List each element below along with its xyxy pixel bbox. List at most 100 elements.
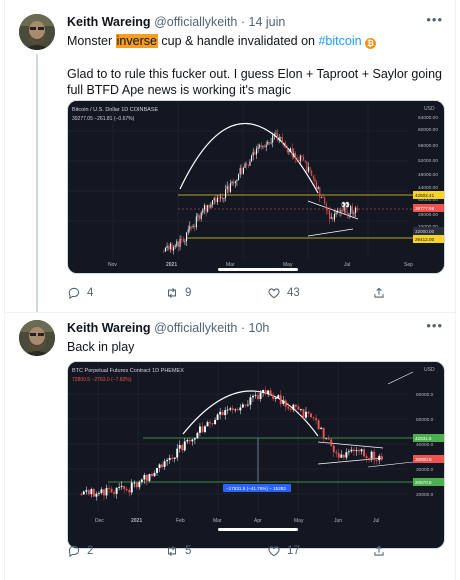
candle-body (85, 490, 88, 492)
candle-body (274, 397, 277, 399)
candle-body (307, 167, 309, 172)
candle-body (265, 144, 267, 148)
chart-ohlc: 72800.5 −2763.0 (−7.82%) (72, 377, 132, 383)
tweet-time[interactable]: 14 juin (249, 15, 286, 29)
candle-body (301, 155, 303, 158)
candle-body (290, 148, 292, 152)
tweet[interactable]: Keith Wareing @officiallykeith · 14 juin… (5, 0, 457, 312)
candle-body (269, 390, 272, 395)
more-icon[interactable]: ••• (426, 12, 443, 27)
candle-body (332, 217, 334, 220)
price-tick: 56000.00 (418, 143, 438, 149)
candle-body (113, 492, 116, 494)
candle-body (195, 216, 197, 228)
candle-body (316, 181, 318, 190)
retweet-button[interactable]: 9 (165, 286, 191, 300)
hashtag-link[interactable]: #bitcoin (318, 34, 361, 48)
tweet-text: Monster inverse cup & handle invalidated… (67, 33, 447, 49)
reply-count: 4 (87, 287, 94, 299)
tweet-actions: 2 5 17 (67, 544, 397, 562)
avatar[interactable] (19, 14, 55, 50)
candle-body (171, 243, 173, 251)
candle-body (299, 155, 301, 161)
like-button[interactable]: 43 (267, 286, 300, 300)
tweet-text-paragraph: Glad to to rule this fucker out. I guess… (67, 67, 442, 97)
like-count: 17 (287, 545, 300, 557)
time-tick: Mar (226, 262, 235, 268)
candle-body (350, 206, 352, 214)
retweet-button[interactable]: 5 (165, 544, 191, 558)
price-tick: 50000.0 (416, 417, 434, 423)
candle-body (186, 232, 188, 241)
candle-body (348, 213, 350, 215)
candle-body (161, 464, 164, 468)
candle-body (320, 427, 323, 429)
level-tag: 29412.00 (415, 237, 435, 242)
reply-button[interactable]: 4 (67, 286, 93, 300)
candle-body (299, 409, 302, 410)
candle-body (325, 203, 327, 210)
candle-body (280, 137, 282, 139)
candle-body (257, 147, 259, 149)
share-button[interactable] (372, 286, 386, 300)
candle-body (229, 408, 232, 410)
candle-body (200, 212, 202, 219)
btc-chart-2: BTC Perpetual Futures Contract 1D PHEMEX… (68, 362, 444, 548)
candle-body (345, 207, 347, 214)
level-tags: 42831.5 32800.5 20670.5 (413, 434, 444, 486)
author-handle[interactable]: @officiallykeith (154, 321, 237, 335)
candle-body (182, 238, 184, 242)
candle-body (231, 182, 233, 184)
currency-label: USD (424, 367, 435, 373)
candle-body (135, 482, 138, 488)
candle-body (340, 210, 342, 212)
scrollbar[interactable] (218, 268, 298, 271)
scrollbar[interactable] (218, 528, 298, 531)
chart-ohlc: 39277.05 −261.81 (−0.67%) (72, 116, 135, 122)
candle-body (220, 196, 222, 198)
price-tick: 52000.00 (418, 158, 438, 164)
tweet[interactable]: Keith Wareing @officiallykeith · 10h •••… (5, 312, 457, 580)
candle-body (233, 182, 235, 184)
author-handle[interactable]: @officiallykeith (154, 15, 237, 29)
candle-body (268, 141, 270, 144)
chart-image[interactable]: Bitcoin / U.S. Dollar 1D COINBASE 39277.… (67, 100, 445, 274)
candle-body (353, 212, 355, 214)
chart-image[interactable]: BTC Perpetual Futures Contract 1D PHEMEX… (67, 361, 445, 549)
candle-body (259, 145, 261, 148)
candle-body (246, 163, 248, 165)
candle-body (277, 395, 280, 398)
reply-button[interactable]: 2 (67, 544, 93, 558)
candle-body (163, 251, 165, 252)
candle-body (257, 395, 259, 400)
more-icon[interactable]: ••• (426, 318, 443, 333)
author-name[interactable]: Keith Wareing (67, 15, 151, 29)
author-name[interactable]: Keith Wareing (67, 321, 151, 335)
candle-body (125, 488, 128, 491)
candle-body (187, 229, 189, 233)
candle-body (311, 170, 313, 176)
candle-body (198, 426, 201, 433)
time-tick: May (283, 262, 293, 268)
candle-body (262, 146, 264, 148)
tweet-time[interactable]: 10h (249, 321, 270, 335)
candle-body (320, 196, 322, 198)
candle-body (298, 160, 300, 162)
candle-body (312, 175, 314, 179)
time-tick: 2021 (166, 262, 177, 268)
candle-body (236, 180, 238, 182)
candle-body (267, 390, 270, 394)
candle-body (252, 152, 254, 156)
candle-body (225, 189, 227, 198)
text-segment: cup & handle invalidated on (157, 34, 319, 48)
time-tick: May (294, 518, 304, 524)
thread-connector (36, 54, 38, 312)
btc-chart-1: Bitcoin / U.S. Dollar 1D COINBASE 39277.… (68, 101, 444, 273)
candle-body (342, 454, 345, 458)
candle-body (239, 407, 242, 411)
candle-body (312, 417, 315, 419)
avatar[interactable] (19, 320, 55, 356)
candle-body (244, 163, 246, 168)
like-button[interactable]: 17 (267, 544, 300, 558)
share-button[interactable] (372, 544, 386, 558)
